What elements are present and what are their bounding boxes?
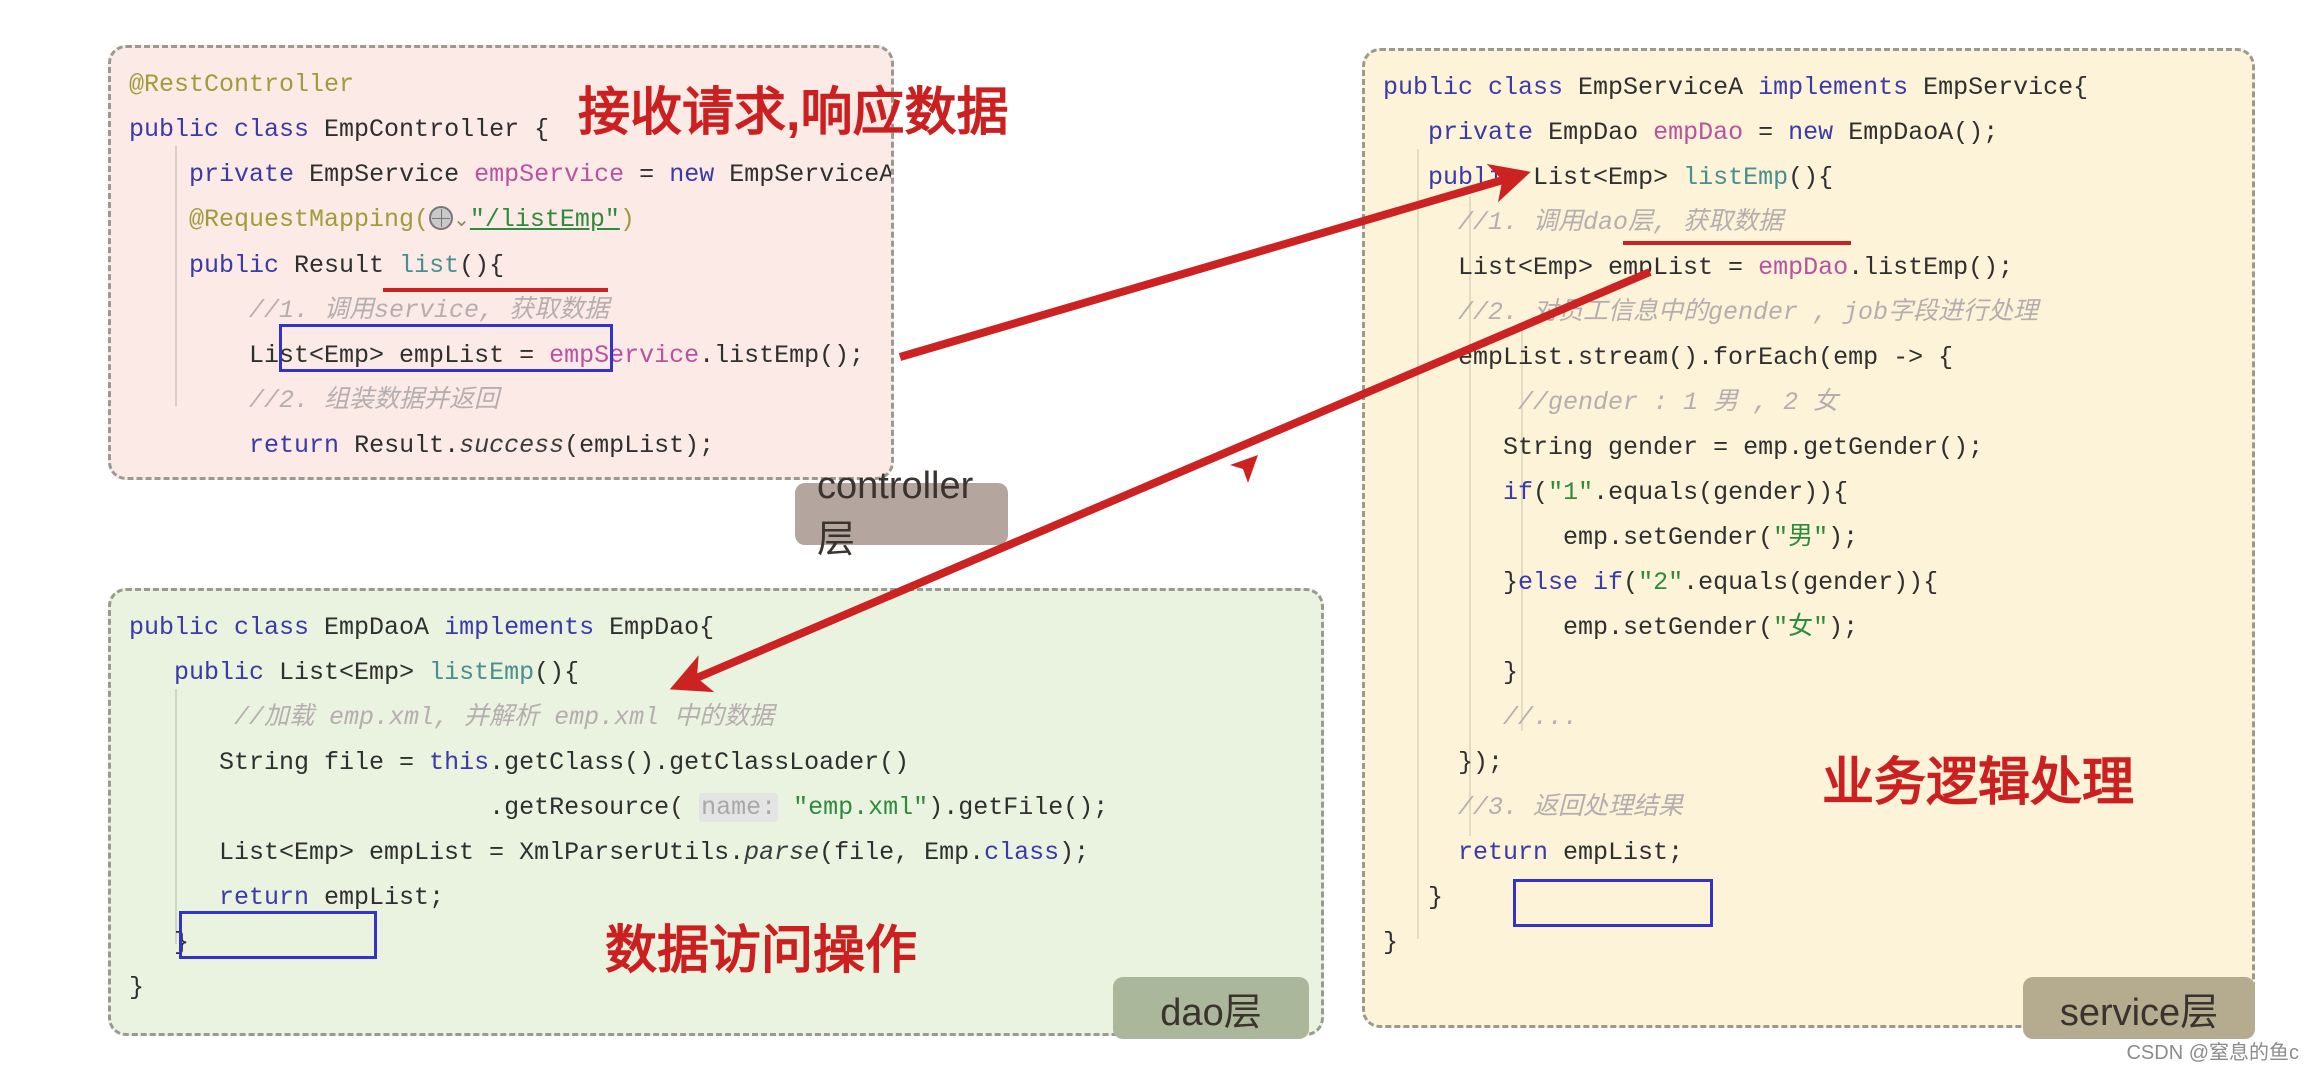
code-line-service-field: private EmpService empService = new EmpS… — [189, 160, 894, 189]
code-line-return: return empList; — [1458, 838, 1684, 867]
brace: } — [1383, 928, 1399, 957]
code-line-close-method: } — [129, 468, 873, 477]
code-line-get-gender: String gender = emp.getGender(); — [1383, 425, 2234, 470]
code-line-request-mapping: @RequestMapping( ⌄"/listEmp") — [129, 197, 873, 243]
return-highlight-box — [279, 324, 613, 372]
code-line-comment-1: //1. 调用dao层, 获取数据 — [1383, 200, 2234, 245]
getresource-prefix: .getResource( — [489, 793, 685, 822]
code-line-dao-field: private EmpDao empDao = new EmpDaoA(); — [1428, 118, 1999, 147]
parameter-hint: name: — [699, 793, 779, 822]
code-line-comment-1: //加载 emp.xml, 并解析 emp.xml 中的数据 — [129, 695, 1303, 740]
code-line-comment-4: //... — [1383, 695, 2234, 740]
code-line-close-method: } — [1383, 875, 2234, 920]
code-line-method-decl: public List<Emp> listEmp(){ — [1428, 163, 1834, 192]
code-line-return: return Result.success(empList); — [249, 431, 715, 460]
code-line-method-decl: public List<Emp> listEmp(){ — [174, 658, 580, 687]
controller-layer-badge: controller层 — [795, 465, 1008, 561]
code-line-comment-3: //gender : 1 男 , 2 女 — [1383, 380, 2234, 425]
comment-text: //加载 emp.xml, 并解析 emp.xml 中的数据 — [234, 703, 775, 732]
dao-annotation-label: 数据访问操作 — [605, 922, 918, 980]
comment-text: //1. 调用service, 获取数据 — [249, 296, 610, 325]
request-mapping-text: @RequestMapping( — [189, 205, 430, 234]
code-line-method-decl: public Result list(){ — [189, 251, 505, 280]
comment-text: //gender : 1 男 , 2 女 — [1518, 388, 1839, 417]
code-line-getclassloader: String file = this.getClass().getClassLo… — [219, 748, 910, 777]
globe-icon[interactable] — [429, 206, 454, 230]
service-code-body: public class EmpServiceA implements EmpS… — [1365, 51, 2252, 1025]
code-line-comment-2: //2. 对员工信息中的gender , job字段进行处理 — [1383, 290, 2234, 335]
code-line-class-decl: public class EmpDaoA implements EmpDao{ — [129, 613, 715, 642]
chevron-down-icon[interactable]: ⌄ — [453, 198, 470, 243]
code-line-if-male: if("1".equals(gender)){ — [1503, 478, 1849, 507]
call-underline — [1623, 241, 1851, 245]
mapping-suffix: ) — [619, 205, 635, 234]
call-underline — [383, 288, 608, 292]
code-line-close-class: } — [1383, 920, 2234, 965]
code-line-close-if: } — [1383, 650, 2234, 695]
controller-annotation-label: 接收请求,响应数据 — [578, 84, 1009, 142]
code-line-class-decl: public class EmpServiceA implements EmpS… — [1383, 73, 2089, 102]
code-line-set-female: emp.setGender("女"); — [1563, 613, 1859, 642]
code-line-parse: List<Emp> empList = XmlParserUtils.parse… — [219, 838, 1090, 867]
service-code-panel: public class EmpServiceA implements EmpS… — [1362, 48, 2255, 1028]
brace: } — [189, 476, 204, 477]
code-line-elseif-female: }else if("2".equals(gender)){ — [1503, 568, 1939, 597]
comment-text: //3. 返回处理结果 — [1458, 793, 1684, 822]
cursor-arrow-marker — [1230, 455, 1258, 483]
comment-text: //2. 组装数据并返回 — [249, 386, 500, 415]
brace: } — [129, 973, 145, 1002]
code-line-set-male: emp.setGender("男"); — [1563, 523, 1859, 552]
comment-text: //1. 调用dao层, 获取数据 — [1458, 208, 1784, 237]
brace: } — [1503, 658, 1519, 687]
code-line-dao-call: List<Emp> empList = empDao.listEmp(); — [1458, 253, 2014, 282]
close-text: }); — [1458, 748, 1504, 777]
stream-text: empList.stream().forEach(emp -> { — [1458, 343, 1954, 372]
dao-layer-badge: dao层 — [1113, 977, 1309, 1039]
brace: } — [1428, 883, 1444, 912]
csdn-watermark: CSDN @窒息的鱼c — [2126, 1042, 2299, 1064]
return-highlight-box — [179, 911, 377, 959]
return-highlight-box — [1513, 879, 1713, 927]
mapping-path[interactable]: "/listEmp" — [470, 205, 620, 234]
code-line-comment-2: //2. 组装数据并返回 — [129, 378, 873, 423]
service-layer-badge: service层 — [2023, 977, 2255, 1039]
service-annotation-label: 业务逻辑处理 — [1822, 754, 2135, 812]
comment-text: //... — [1503, 703, 1579, 732]
code-line-getresource: .getResource( name: "emp.xml").getFile()… — [489, 793, 1109, 822]
get-gender-text: String gender = emp.getGender(); — [1503, 433, 1984, 462]
comment-text: //2. 对员工信息中的gender , job字段进行处理 — [1458, 298, 2039, 327]
code-line-stream: empList.stream().forEach(emp -> { — [1383, 335, 2234, 380]
